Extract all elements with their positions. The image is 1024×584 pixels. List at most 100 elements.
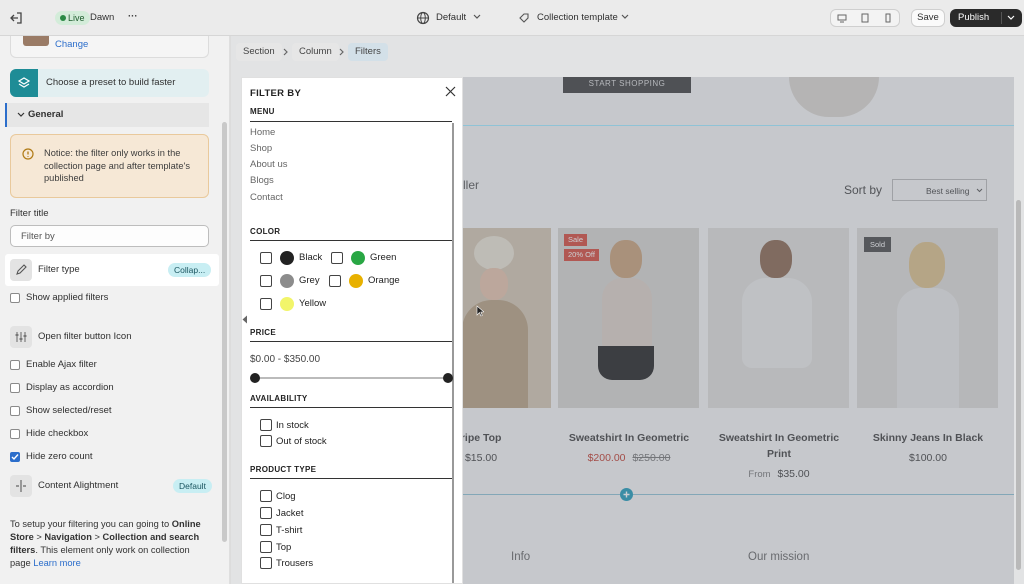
panel-scrollbar[interactable] [452, 123, 454, 583]
type-trousers-checkbox[interactable] [260, 557, 272, 569]
section-label: General [28, 109, 64, 120]
save-button[interactable]: Save [911, 9, 945, 27]
menu-link-home[interactable]: Home [250, 127, 275, 138]
collapse-arrow-icon[interactable] [242, 315, 248, 324]
color-yellow-label: Yellow [299, 298, 327, 309]
menu-link-blogs[interactable]: Blogs [250, 175, 274, 186]
color-orange-label: Orange [368, 275, 400, 286]
color-grey-checkbox[interactable] [260, 275, 272, 287]
help-text: To setup your filtering you can going to… [10, 518, 209, 570]
type-clog-label: Clog [276, 491, 296, 502]
image-thumbnail [23, 36, 49, 46]
filter-title: FILTER BY [250, 88, 302, 99]
content-alignment-badge[interactable]: Default [173, 479, 212, 493]
show-selected-checkbox[interactable] [10, 406, 20, 416]
close-icon[interactable] [445, 86, 456, 97]
enable-ajax-checkbox[interactable] [10, 360, 20, 370]
product-type-heading: PRODUCT TYPE [250, 465, 317, 474]
filter-type-label: Filter type [38, 264, 80, 275]
enable-ajax-label: Enable Ajax filter [26, 359, 97, 370]
hide-checkbox-checkbox[interactable] [10, 429, 20, 439]
color-heading: COLOR [250, 227, 281, 236]
sidebar-scrollbar[interactable] [222, 122, 227, 542]
color-orange-checkbox[interactable] [329, 275, 341, 287]
notice-banner: Notice: the filter only works in the col… [10, 134, 209, 198]
globe-icon [416, 11, 430, 25]
price-range-text: $0.00 - $350.00 [250, 354, 321, 365]
type-clog-checkbox[interactable] [260, 490, 272, 502]
in-stock-checkbox[interactable] [260, 419, 272, 431]
color-green-checkbox[interactable] [331, 252, 343, 264]
swatch-yellow [280, 297, 294, 311]
tablet-icon[interactable] [860, 13, 870, 23]
swatch-green [351, 251, 365, 265]
show-selected-label: Show selected/reset [26, 405, 112, 416]
type-jacket-checkbox[interactable] [260, 507, 272, 519]
type-jacket-label: Jacket [276, 508, 304, 519]
swatch-orange [349, 274, 363, 288]
device-switcher [830, 9, 900, 27]
menu-link-contact[interactable]: Contact [250, 192, 283, 203]
theme-name: Dawn [90, 12, 115, 23]
color-grey-label: Grey [299, 275, 320, 286]
exit-icon[interactable] [9, 11, 23, 25]
color-yellow-checkbox[interactable] [260, 298, 272, 310]
sliders-icon [10, 326, 32, 348]
hide-zero-checkbox[interactable] [10, 452, 20, 462]
change-link[interactable]: Change [55, 39, 88, 50]
help-store: Store [10, 532, 34, 542]
display-accordion-checkbox[interactable] [10, 383, 20, 393]
filter-title-label: Filter title [10, 208, 49, 219]
template-icon [518, 12, 530, 24]
price-heading: PRICE [250, 328, 276, 337]
open-filter-icon-label[interactable]: Open filter button Icon [38, 331, 131, 342]
content-alignment-label[interactable]: Content Alightment [38, 480, 118, 491]
type-top-checkbox[interactable] [260, 541, 272, 553]
help-separator: > [94, 532, 100, 542]
filter-type-row[interactable]: Filter type Collap... [5, 254, 219, 286]
preset-banner[interactable]: Choose a preset to build faster [10, 69, 209, 97]
color-black-checkbox[interactable] [260, 252, 272, 264]
breadcrumb-filters[interactable]: Filters [348, 43, 388, 61]
mobile-icon[interactable] [883, 13, 893, 23]
menu-link-about[interactable]: About us [250, 159, 288, 170]
publish-button[interactable]: Publish [950, 9, 1022, 27]
preview-scrollbar[interactable] [1016, 200, 1021, 570]
preset-label: Choose a preset to build faster [46, 77, 176, 88]
live-badge: Live [55, 11, 90, 25]
divider [250, 407, 452, 408]
chevron-right-icon [339, 48, 345, 56]
swatch-black [280, 251, 294, 265]
market-select[interactable]: Default [436, 11, 466, 25]
breadcrumb-column[interactable]: Column [292, 43, 339, 61]
show-applied-checkbox[interactable] [10, 293, 20, 303]
top-bar: Live Dawn ··· Default Collection templat… [0, 0, 1024, 36]
availability-heading: AVAILABILITY [250, 394, 308, 403]
price-min-handle[interactable] [250, 373, 260, 383]
color-black-label: Black [299, 252, 323, 263]
filter-title-value: Filter by [21, 231, 55, 242]
price-slider-track[interactable] [255, 377, 448, 379]
desktop-icon[interactable] [837, 13, 847, 23]
out-of-stock-checkbox[interactable] [260, 435, 272, 447]
divider [250, 240, 452, 241]
type-tshirt-checkbox[interactable] [260, 524, 272, 536]
display-accordion-label: Display as accordion [26, 382, 114, 393]
layers-icon [10, 69, 38, 97]
chevron-down-icon[interactable] [1007, 15, 1015, 21]
template-select[interactable]: Collection template [537, 11, 618, 25]
menu-link-shop[interactable]: Shop [250, 143, 272, 154]
hide-checkbox-label: Hide checkbox [26, 428, 89, 439]
breadcrumb-section[interactable]: Section [236, 43, 282, 61]
more-actions-button[interactable]: ··· [128, 10, 138, 24]
learn-more-link[interactable]: Learn more [33, 558, 81, 568]
menu-heading: MENU [250, 107, 275, 116]
type-trousers-label: Trousers [276, 558, 314, 569]
info-icon [22, 148, 34, 160]
general-section-header[interactable]: General [5, 103, 209, 127]
price-max-handle[interactable] [443, 373, 453, 383]
filter-title-input[interactable]: Filter by [10, 225, 209, 247]
selected-outline [463, 125, 1014, 126]
image-setting: Change [10, 36, 209, 58]
filter-type-badge[interactable]: Collap... [168, 263, 212, 277]
